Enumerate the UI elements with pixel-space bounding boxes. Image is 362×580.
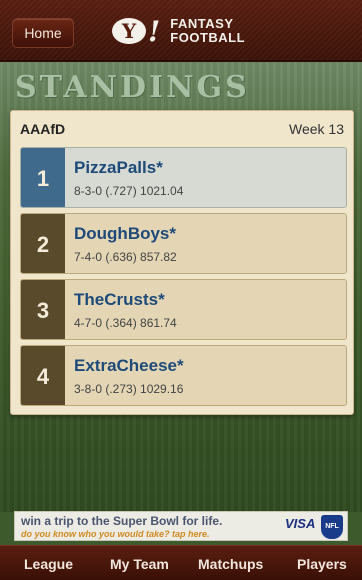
nfl-shield-icon: NFL: [321, 515, 343, 539]
ad-banner[interactable]: win a trip to the Super Bowl for life. d…: [14, 511, 348, 541]
app-header: Home Y ! FANTASY FOOTBALL: [0, 0, 362, 62]
logo-text: FANTASY FOOTBALL: [170, 17, 245, 45]
team-name[interactable]: TheCrusts*: [74, 290, 165, 310]
home-button[interactable]: Home: [12, 18, 74, 48]
nav-players[interactable]: Players: [297, 556, 347, 572]
standings-row-3[interactable]: 3 TheCrusts* 4-7-0 (.364) 861.74: [20, 279, 347, 340]
standings-row-2[interactable]: 2 DoughBoys* 7-4-0 (.636) 857.82: [20, 213, 347, 274]
nav-my-team[interactable]: My Team: [110, 556, 169, 572]
logo-line-2: FOOTBALL: [170, 30, 246, 45]
yahoo-logo-mark: Y: [112, 18, 146, 44]
page-title: STANDINGS: [15, 70, 250, 105]
logo-line-1: FANTASY: [170, 16, 234, 31]
rank-badge: 4: [21, 346, 65, 405]
rank-badge: 2: [21, 214, 65, 273]
nav-league[interactable]: League: [24, 556, 73, 572]
nav-matchups[interactable]: Matchups: [198, 556, 263, 572]
rank-badge: 1: [21, 148, 65, 207]
league-name: AAAfD: [20, 121, 66, 137]
yahoo-logo-bang: !: [148, 14, 161, 48]
team-record: 4-7-0 (.364) 861.74: [74, 316, 177, 330]
week-label: Week 13: [289, 121, 344, 137]
team-record: 8-3-0 (.727) 1021.04: [74, 184, 184, 198]
standings-row-1[interactable]: 1 PizzaPalls* 8-3-0 (.727) 1021.04: [20, 147, 347, 208]
yahoo-fantasy-football-logo: Y ! FANTASY FOOTBALL: [112, 12, 245, 50]
bottom-nav: League My Team Matchups Players: [0, 545, 362, 580]
team-name[interactable]: ExtraCheese*: [74, 356, 184, 376]
visa-logo: VISA: [285, 516, 316, 531]
rank-badge: 3: [21, 280, 65, 339]
team-name[interactable]: PizzaPalls*: [74, 158, 163, 178]
team-record: 3-8-0 (.273) 1029.16: [74, 382, 184, 396]
team-name[interactable]: DoughBoys*: [74, 224, 176, 244]
ad-headline: win a trip to the Super Bowl for life.: [21, 514, 223, 528]
standings-panel: AAAfD Week 13 1 PizzaPalls* 8-3-0 (.727)…: [10, 110, 354, 415]
standings-row-4[interactable]: 4 ExtraCheese* 3-8-0 (.273) 1029.16: [20, 345, 347, 406]
ad-subline: do you know who you would take? tap here…: [21, 529, 210, 539]
standings-header: AAAfD Week 13: [11, 111, 353, 145]
team-record: 7-4-0 (.636) 857.82: [74, 250, 177, 264]
